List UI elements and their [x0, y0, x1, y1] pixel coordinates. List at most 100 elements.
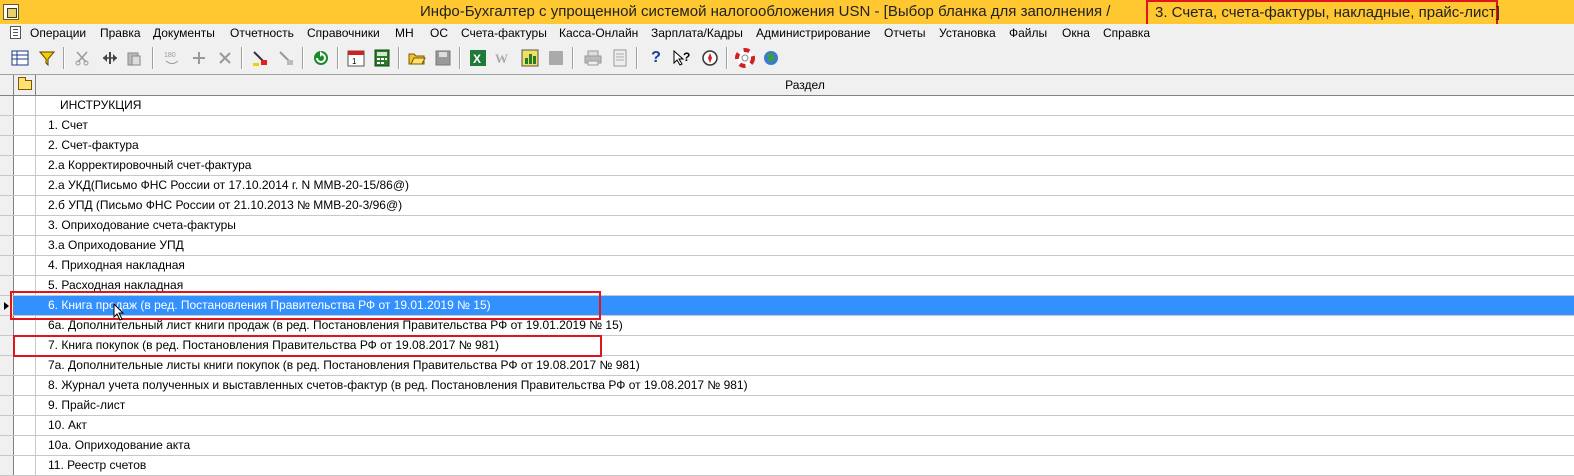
table-row[interactable]: ИНСТРУКЦИЯ — [0, 96, 1574, 116]
menu-mn[interactable]: МН — [395, 26, 414, 40]
table-row[interactable]: 11. Реестр счетов — [0, 456, 1574, 476]
folder-icon — [17, 77, 32, 90]
table-row[interactable]: 8. Журнал учета полученных и выставленны… — [0, 376, 1574, 396]
table-row[interactable]: 2.а Корректировочный счет-фактура — [0, 156, 1574, 176]
print-icon[interactable] — [583, 48, 603, 68]
table-row-selected[interactable]: 6. Книга продаж (в ред. Постановления Пр… — [0, 296, 1574, 316]
mark-icon[interactable] — [250, 48, 270, 68]
table-row[interactable]: 6а. Дополнительный лист книги продаж (в … — [0, 316, 1574, 336]
table-row[interactable]: 5. Расходная накладная — [0, 276, 1574, 296]
table-row[interactable]: 3.а Оприходование УПД — [0, 236, 1574, 256]
move-icon[interactable] — [100, 48, 120, 68]
row-label: 4. Приходная накладная — [48, 258, 185, 272]
row-label: 2.б УПД (Письмо ФНС России от 21.10.2013… — [48, 198, 403, 212]
grid-header: Раздел — [0, 75, 1574, 96]
table-row[interactable]: 2.а УКД(Письмо ФНС России от 17.10.2014 … — [0, 176, 1574, 196]
row-label: 2.а Корректировочный счет-фактура — [48, 158, 252, 172]
preview-icon[interactable] — [610, 48, 630, 68]
table-row[interactable]: 1. Счет — [0, 116, 1574, 136]
table-row[interactable]: 7. Книга покупок (в ред. Постановления П… — [0, 336, 1574, 356]
save-icon[interactable] — [433, 48, 453, 68]
row-label: 8. Журнал учета полученных и выставленны… — [48, 378, 748, 392]
menu-invoices[interactable]: Счета-фактуры — [461, 26, 547, 40]
open-folder-icon[interactable] — [407, 48, 427, 68]
calculator-icon[interactable] — [372, 48, 392, 68]
calendar-icon[interactable]: 1 — [346, 48, 366, 68]
paste-icon[interactable] — [124, 48, 144, 68]
row-label: 5. Расходная накладная — [48, 278, 184, 292]
cut-icon[interactable] — [72, 48, 92, 68]
row-label: 11. Реестр счетов — [48, 458, 147, 472]
menu-bar: Операции Правка Документы Отчетность Спр… — [0, 24, 1574, 42]
row-label: 7а. Дополнительные листы книги покупок (… — [48, 358, 640, 372]
menu-os[interactable]: ОС — [430, 26, 448, 40]
menu-reporting[interactable]: Отчетность — [230, 26, 294, 40]
toolbar-separator — [726, 47, 728, 69]
column-header-section[interactable]: Раздел — [36, 75, 1574, 95]
toolbar-separator — [572, 47, 574, 69]
delete-icon[interactable] — [215, 48, 235, 68]
menu-windows[interactable]: Окна — [1062, 26, 1090, 40]
window-title: Инфо-Бухгалтер с упрощенной системой нал… — [420, 3, 1111, 20]
menu-cash-online[interactable]: Касса-Онлайн — [559, 26, 638, 40]
menu-help[interactable]: Справка — [1103, 26, 1150, 40]
document-menu-icon[interactable] — [10, 26, 21, 39]
forms-grid: Раздел ИНСТРУКЦИЯ 1. Счет 2. Счет-фактур… — [0, 74, 1574, 476]
grid-rows: ИНСТРУКЦИЯ 1. Счет 2. Счет-фактура 2.а К… — [0, 96, 1574, 476]
row-label: 6. Книга продаж (в ред. Постановления Пр… — [48, 298, 491, 312]
row-label: 10. Акт — [48, 418, 87, 432]
toolbar-separator — [302, 47, 304, 69]
chart-icon[interactable] — [520, 48, 540, 68]
toolbar-separator — [241, 47, 243, 69]
globe-icon[interactable] — [761, 48, 781, 68]
menu-files[interactable]: Файлы — [1009, 26, 1047, 40]
table-row[interactable]: 4. Приходная накладная — [0, 256, 1574, 276]
row-label: 3.а Оприходование УПД — [48, 238, 184, 252]
toolbar-separator — [337, 47, 339, 69]
menu-administration[interactable]: Администрирование — [756, 26, 870, 40]
rotate-icon[interactable]: 180 — [162, 48, 182, 68]
menu-setup[interactable]: Установка — [939, 26, 996, 40]
stop-icon[interactable] — [546, 48, 566, 68]
table-row[interactable]: 10. Акт — [0, 416, 1574, 436]
svg-text:?: ? — [683, 50, 690, 64]
toolbar-separator — [636, 47, 638, 69]
toolbar-separator — [152, 47, 154, 69]
table-row[interactable]: 7а. Дополнительные листы книги покупок (… — [0, 356, 1574, 376]
word-icon[interactable]: W — [494, 48, 514, 68]
compass-icon[interactable] — [700, 48, 720, 68]
lifebuoy-icon[interactable] — [735, 48, 755, 68]
menu-directories[interactable]: Справочники — [307, 26, 380, 40]
row-label: ИНСТРУКЦИЯ — [60, 98, 142, 112]
menu-reports[interactable]: Отчеты — [884, 26, 925, 40]
table-row[interactable]: 2.б УПД (Письмо ФНС России от 21.10.2013… — [0, 196, 1574, 216]
svg-text:1: 1 — [352, 57, 357, 66]
toolbar: 180 1 X W ? ? — [0, 42, 1574, 74]
menu-salary[interactable]: Зарплата/Кадры — [651, 26, 743, 40]
header-indicator-cell — [0, 75, 14, 95]
menu-edit[interactable]: Правка — [100, 26, 141, 40]
table-row[interactable]: 3. Оприходование счета-фактуры — [0, 216, 1574, 236]
row-label: 7. Книга покупок (в ред. Постановления П… — [48, 338, 499, 352]
menu-operations[interactable]: Операции — [30, 26, 86, 40]
grid-icon[interactable] — [10, 48, 30, 68]
unmark-icon[interactable] — [276, 48, 296, 68]
table-row[interactable]: 2. Счет-фактура — [0, 136, 1574, 156]
app-icon[interactable] — [3, 4, 19, 20]
svg-text:W: W — [495, 51, 508, 66]
header-folder-cell[interactable] — [14, 75, 36, 95]
table-row[interactable]: 9. Прайс-лист — [0, 396, 1574, 416]
menu-documents[interactable]: Документы — [153, 26, 215, 40]
add-icon[interactable] — [189, 48, 209, 68]
current-row-indicator-icon — [4, 302, 9, 310]
toolbar-separator — [459, 47, 461, 69]
row-label: 10а. Оприходование акта — [48, 438, 191, 452]
refresh-icon[interactable] — [311, 48, 331, 68]
help-icon[interactable]: ? — [646, 48, 666, 68]
filter-icon[interactable] — [37, 48, 57, 68]
table-row[interactable]: 10а. Оприходование акта — [0, 436, 1574, 456]
context-help-icon[interactable]: ? — [672, 48, 692, 68]
row-label: 2. Счет-фактура — [48, 138, 139, 152]
excel-icon[interactable]: X — [468, 48, 488, 68]
toolbar-separator — [398, 47, 400, 69]
